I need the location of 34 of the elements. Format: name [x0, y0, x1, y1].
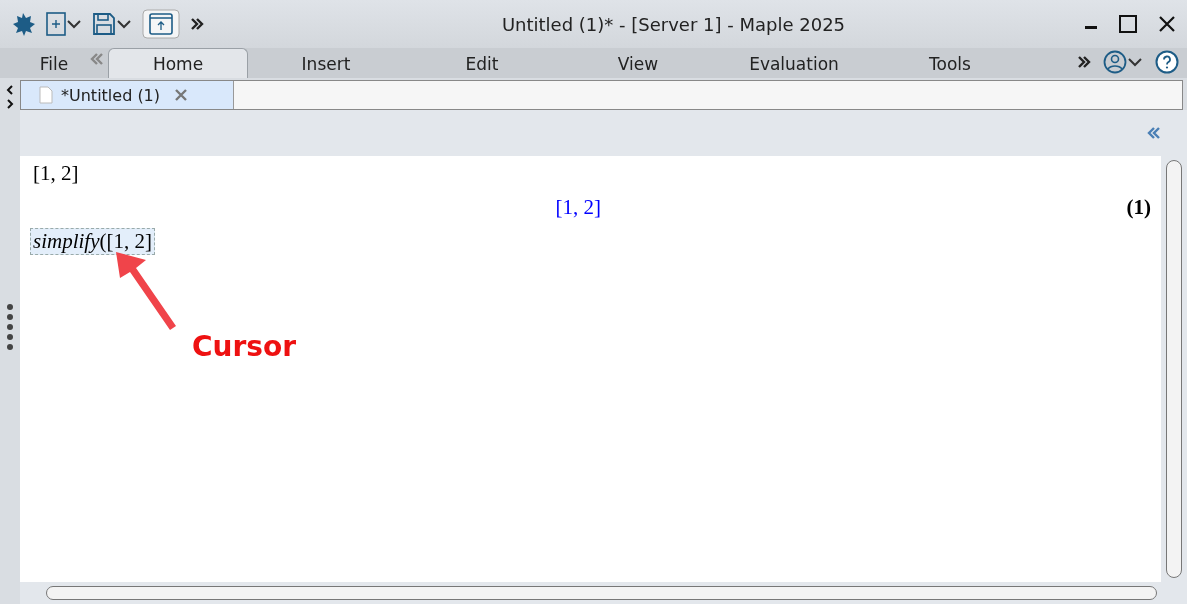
ribbon-tab[interactable]: View — [560, 48, 716, 78]
new-document-icon[interactable] — [46, 12, 66, 36]
double-chevron-icon[interactable] — [190, 17, 204, 31]
math-output: [1, 2] — [554, 195, 602, 220]
scrollbar-thumb[interactable] — [46, 586, 1157, 600]
chevron-down-icon[interactable] — [66, 19, 82, 29]
chevron-right-icon[interactable] — [5, 98, 15, 110]
upload-icon[interactable] — [142, 9, 180, 39]
save-icon[interactable] — [92, 12, 116, 36]
maximize-icon[interactable] — [1117, 13, 1139, 35]
user-icon[interactable] — [1103, 50, 1127, 74]
ribbon-tab[interactable]: Edit — [404, 48, 560, 78]
document-tab[interactable]: *Untitled (1) — [21, 81, 234, 109]
chevron-down-icon[interactable] — [1127, 57, 1143, 67]
ribbon-tab[interactable]: Evaluation — [716, 48, 872, 78]
window-title: Untitled (1)* - [Server 1] - Maple 2025 — [500, 13, 847, 35]
ribbon-tab[interactable]: Insert — [248, 48, 404, 78]
ribbon-tab[interactable]: File — [22, 48, 86, 78]
document-icon — [39, 86, 53, 104]
annotation-label: Cursor — [192, 330, 296, 363]
ribbon-tab[interactable]: Home — [108, 48, 248, 78]
chevron-down-icon[interactable] — [116, 19, 132, 29]
collapse-icon[interactable] — [1147, 126, 1161, 140]
math-input[interactable]: simplify([1, 2] — [30, 228, 155, 255]
tab-title: *Untitled (1) — [61, 85, 161, 105]
help-icon[interactable] — [1155, 50, 1179, 74]
chevron-left-icon[interactable] — [5, 84, 15, 96]
drag-handle-icon[interactable] — [6, 302, 14, 352]
ribbon-tab[interactable]: Tools — [872, 48, 1028, 78]
equation-label: (1) — [1126, 195, 1151, 220]
math-input[interactable]: [1, 2] — [30, 160, 82, 187]
more-icon[interactable] — [1077, 55, 1091, 69]
scrollbar-thumb[interactable] — [1166, 160, 1182, 578]
close-icon[interactable] — [1157, 14, 1177, 34]
